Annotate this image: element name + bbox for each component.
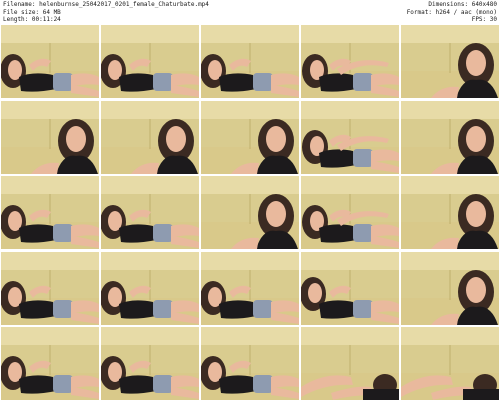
frame-image — [1, 25, 99, 98]
frame-image — [201, 25, 299, 98]
video-frame-thumbnail — [101, 100, 199, 174]
format-text: Format: h264 / aac (mono) — [406, 8, 497, 16]
video-frame-thumbnail — [401, 251, 499, 325]
file-info-right: Dimensions: 640x480 Format: h264 / aac (m… — [407, 1, 497, 24]
frame-image — [1, 327, 99, 401]
video-frame-thumbnail — [201, 176, 299, 250]
video-frame-thumbnail — [201, 327, 299, 401]
frame-image — [301, 100, 399, 174]
frame-image — [201, 251, 299, 325]
frame-image — [1, 251, 99, 325]
frame-image — [1, 100, 99, 174]
fps-text: FPS: 30 — [471, 16, 497, 24]
dimensions-text: Dimensions: 640x480 — [428, 1, 497, 8]
frame-image — [101, 176, 199, 250]
frame-image — [201, 176, 299, 250]
video-frame-thumbnail — [401, 327, 499, 401]
video-frame-thumbnail — [301, 176, 399, 250]
video-frame-thumbnail — [401, 176, 499, 250]
video-frame-thumbnail — [1, 251, 99, 325]
frame-image — [201, 327, 299, 401]
video-frame-thumbnail — [101, 176, 199, 250]
frame-image — [101, 100, 199, 174]
frame-image — [101, 25, 199, 98]
frame-image — [301, 327, 399, 401]
video-frame-thumbnail — [201, 251, 299, 325]
frame-image — [101, 251, 199, 325]
video-frame-thumbnail — [201, 100, 299, 174]
video-frame-thumbnail — [101, 25, 199, 98]
frame-image — [401, 100, 499, 174]
thumbnail-grid — [0, 25, 500, 403]
video-frame-thumbnail — [401, 100, 499, 174]
frame-image — [301, 25, 399, 98]
frame-image — [201, 100, 299, 174]
video-frame-thumbnail — [1, 176, 99, 250]
video-frame-thumbnail — [301, 327, 399, 401]
video-frame-thumbnail — [101, 327, 199, 401]
video-frame-thumbnail — [301, 100, 399, 174]
frame-image — [101, 327, 199, 401]
video-frame-thumbnail — [1, 25, 99, 98]
video-frame-thumbnail — [1, 100, 99, 174]
length-text: Length: 00:11:24 — [3, 16, 61, 24]
video-frame-thumbnail — [401, 25, 499, 98]
filename-text: Filename: helenburnse_25042017_0201_fema… — [3, 1, 209, 8]
frame-image — [401, 327, 499, 401]
video-frame-thumbnail — [101, 251, 199, 325]
video-frame-thumbnail — [301, 25, 399, 98]
frame-image — [1, 176, 99, 250]
video-frame-thumbnail — [1, 327, 99, 401]
video-frame-thumbnail — [301, 251, 399, 325]
frame-image — [301, 251, 399, 325]
filesize-text: File size: 64 MB — [3, 8, 61, 16]
file-info-header: Filename: helenburnse_25042017_0201_fema… — [0, 0, 500, 24]
frame-image — [401, 251, 499, 325]
frame-image — [401, 176, 499, 250]
file-info-left: Filename: helenburnse_25042017_0201_fema… — [3, 1, 209, 24]
video-frame-thumbnail — [201, 25, 299, 98]
frame-image — [401, 25, 499, 98]
frame-image — [301, 176, 399, 250]
